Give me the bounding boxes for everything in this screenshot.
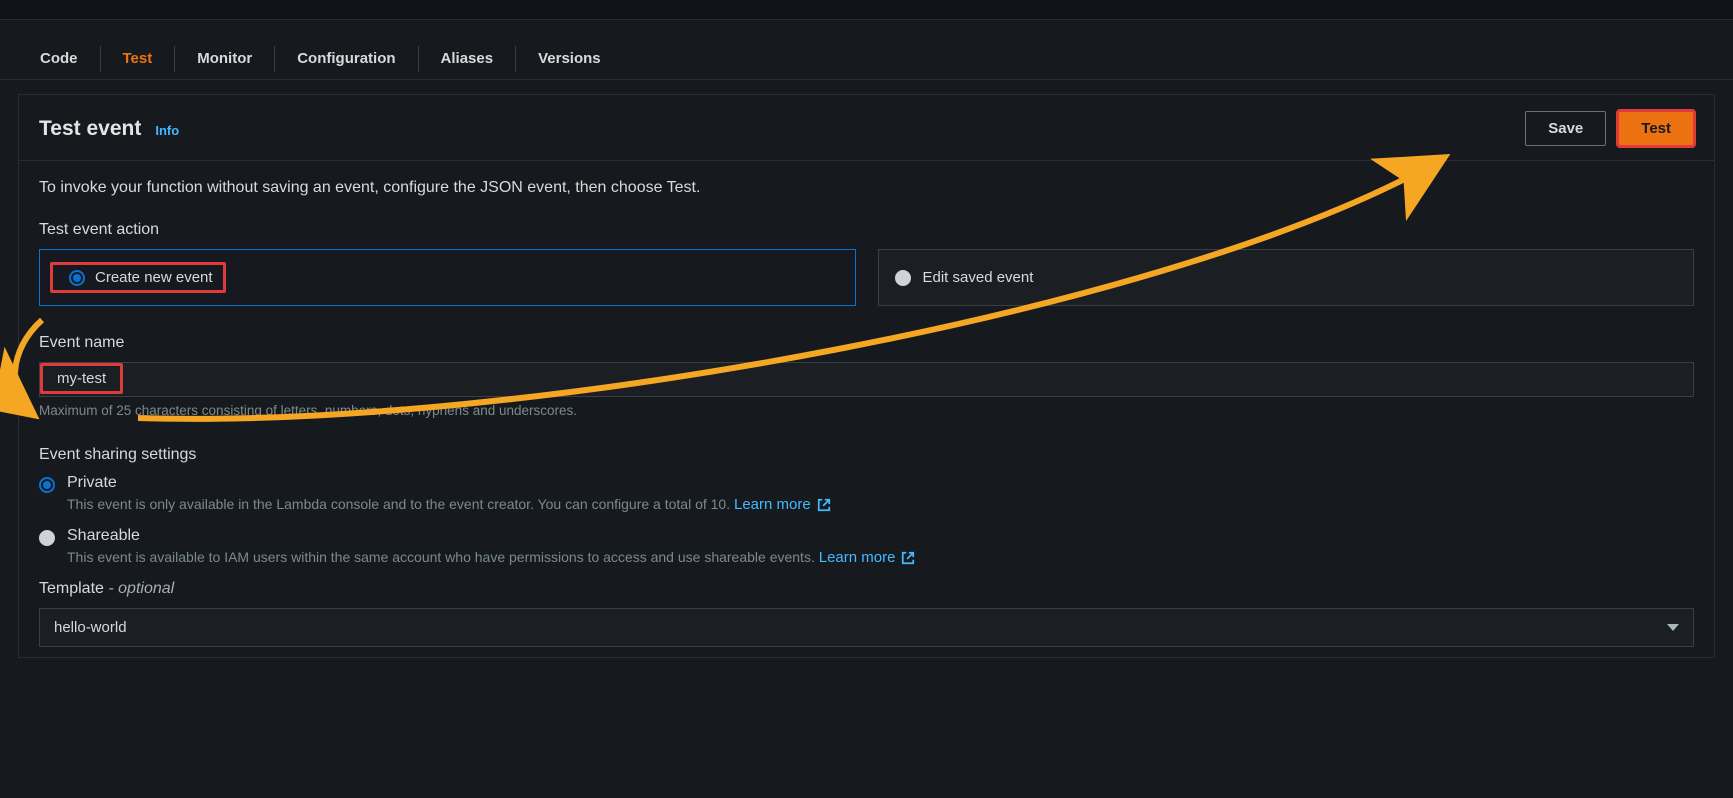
panel-header: Test event Info Save Test xyxy=(19,95,1714,160)
radio-edit-label: Edit saved event xyxy=(923,269,1034,286)
tab-configuration[interactable]: Configuration xyxy=(275,38,417,79)
top-app-bar xyxy=(0,0,1733,20)
radio-create-new-event[interactable]: Create new event xyxy=(39,249,856,306)
template-selected-value: hello-world xyxy=(54,619,127,636)
test-button[interactable]: Test xyxy=(1618,111,1694,146)
learn-more-shareable-link[interactable]: Learn more xyxy=(819,549,916,566)
chevron-down-icon xyxy=(1667,624,1679,631)
tab-monitor[interactable]: Monitor xyxy=(175,38,274,79)
tab-versions[interactable]: Versions xyxy=(516,38,623,79)
invoke-description: To invoke your function without saving a… xyxy=(39,179,1694,197)
radio-create-label: Create new event xyxy=(95,269,213,286)
radio-indicator-icon xyxy=(39,530,55,546)
tab-code[interactable]: Code xyxy=(18,38,100,79)
template-label: Template - optional xyxy=(39,580,1694,598)
test-event-panel: Test event Info Save Test To invoke your… xyxy=(18,94,1715,658)
function-tabs: Code Test Monitor Configuration Aliases … xyxy=(0,38,1733,80)
event-name-input-wrap: my-test xyxy=(39,362,1694,397)
external-link-icon xyxy=(817,498,831,512)
info-link[interactable]: Info xyxy=(155,123,179,138)
event-sharing-label: Event sharing settings xyxy=(39,446,1694,464)
radio-indicator-icon xyxy=(39,477,55,493)
panel-title: Test event xyxy=(39,117,141,141)
save-button[interactable]: Save xyxy=(1525,111,1606,146)
radio-edit-saved-event[interactable]: Edit saved event xyxy=(878,249,1695,306)
radio-indicator-icon xyxy=(895,270,911,286)
private-title: Private xyxy=(67,474,831,492)
tab-aliases[interactable]: Aliases xyxy=(419,38,516,79)
shareable-desc: This event is available to IAM users wit… xyxy=(67,549,915,566)
event-name-input[interactable]: my-test xyxy=(57,370,106,387)
shareable-title: Shareable xyxy=(67,527,915,545)
test-event-action-label: Test event action xyxy=(39,221,1694,239)
template-select[interactable]: hello-world xyxy=(39,608,1694,647)
external-link-icon xyxy=(901,551,915,565)
radio-indicator-icon xyxy=(69,270,85,286)
tab-test[interactable]: Test xyxy=(101,38,175,79)
event-name-hint: Maximum of 25 characters consisting of l… xyxy=(39,403,1694,418)
test-event-action-group: Create new event Edit saved event xyxy=(39,249,1694,306)
event-name-input-highlight: my-test xyxy=(40,363,123,394)
radio-shareable[interactable]: Shareable This event is available to IAM… xyxy=(39,527,1694,566)
private-desc: This event is only available in the Lamb… xyxy=(67,496,831,513)
radio-private[interactable]: Private This event is only available in … xyxy=(39,474,1694,513)
event-name-label: Event name xyxy=(39,334,1694,352)
learn-more-private-link[interactable]: Learn more xyxy=(734,496,831,513)
